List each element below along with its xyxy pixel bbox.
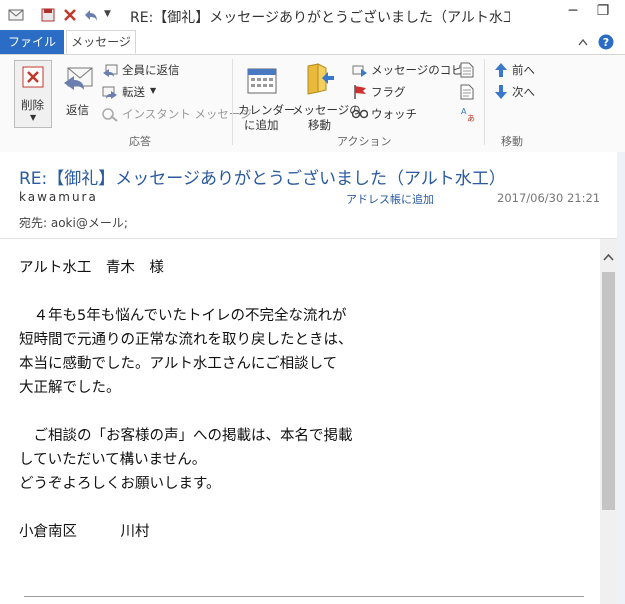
scroll-up-icon[interactable]: [600, 249, 617, 266]
message-body[interactable]: アルト水工 青木 様 ４年も5年も悩んでいたトイレの不完全な流れが 短時間で元通…: [0, 239, 600, 604]
save-icon[interactable]: [40, 7, 56, 23]
vertical-scrollbar[interactable]: [600, 239, 617, 604]
folder-move-icon: [307, 63, 334, 95]
reply-all-label: 全員に返信: [122, 63, 180, 77]
forward-icon: [102, 86, 117, 99]
move-message-button[interactable]: メッセージの 移動: [292, 60, 361, 132]
document-text-icon[interactable]: [460, 84, 474, 100]
next-button[interactable]: 次へ: [494, 83, 544, 101]
restore-button[interactable]: ❐: [590, 0, 616, 22]
reply-all-icon: [103, 64, 118, 77]
flag-label: フラグ: [371, 85, 406, 99]
ribbon: 削除 ▼ 返信 全員に返信 転送 ▼ インスタント メッセージ 応答 カレンダー…: [0, 55, 625, 153]
instant-message-button[interactable]: インスタント メッセージ: [102, 105, 252, 123]
next-label: 次へ: [512, 85, 535, 99]
message-header: RE:【御礼】メッセージありがとうございました（アルト水工） kawamura …: [0, 152, 625, 239]
window-frame: [617, 152, 625, 604]
add-to-calendar-button[interactable]: カレンダー に追加: [238, 60, 296, 132]
flag-button[interactable]: フラグ: [352, 83, 456, 101]
calendar-label-1: カレンダー: [238, 103, 296, 117]
collapse-ribbon-icon[interactable]: [578, 38, 588, 46]
copy-message-button[interactable]: メッセージのコピー: [352, 61, 474, 79]
forward-button[interactable]: 転送 ▼: [102, 83, 222, 101]
svg-text:?: ?: [603, 36, 609, 49]
delete-label: 削除: [21, 98, 44, 112]
watch-label: ウォッチ: [371, 107, 417, 121]
sender-name[interactable]: kawamura: [19, 190, 98, 204]
arrow-up-icon: [495, 63, 507, 77]
to-recipients: 宛先: aoki@メール;: [19, 216, 128, 230]
delete-icon[interactable]: [62, 7, 78, 23]
group-label-reply: 応答: [129, 135, 151, 148]
minimize-button[interactable]: ─: [560, 0, 586, 22]
delete-x-icon: [22, 66, 44, 88]
scroll-thumb[interactable]: [602, 272, 615, 510]
document-icon[interactable]: [460, 62, 474, 78]
message-body-text: アルト水工 青木 様 ４年も5年も悩んでいたトイレの不完全な流れが 短時間で元通…: [19, 260, 353, 540]
calendar-label-2: に追加: [244, 118, 279, 132]
glasses-icon: [352, 109, 368, 119]
move-label-1: メッセージの: [292, 103, 361, 117]
reply-envelope-icon: [64, 67, 93, 90]
help-icon[interactable]: ?: [598, 34, 614, 50]
title-bar: ▼ RE:【御礼】メッセージありがとうございました（アルト水工）-... ─ ❐: [0, 0, 625, 30]
group-divider: [232, 59, 233, 145]
tab-message[interactable]: メッセージ: [66, 30, 136, 54]
window-title: RE:【御礼】メッセージありがとうございました（アルト水工）-...: [130, 10, 510, 26]
delete-button[interactable]: 削除 ▼: [14, 60, 52, 128]
reply-all-button[interactable]: 全員に返信: [102, 61, 222, 79]
group-label-move: 移動: [501, 135, 523, 148]
add-to-address-book-link[interactable]: アドレス帳に追加: [346, 191, 434, 207]
translate-icon[interactable]: Aあ: [460, 106, 476, 122]
ribbon-tab-bar: ファイル メッセージ ?: [0, 30, 625, 55]
reply-button[interactable]: 返信: [58, 60, 98, 126]
group-label-action: アクション: [337, 135, 392, 148]
flag-icon: [354, 85, 366, 99]
move-label-2: 移動: [308, 118, 331, 132]
quote-divider: [24, 596, 584, 597]
svg-text:あ: あ: [467, 114, 475, 122]
reply-label: 返信: [66, 103, 89, 117]
calendar-icon: [247, 68, 277, 94]
instant-message-icon: [102, 108, 118, 122]
chevron-down-icon[interactable]: ▼: [104, 9, 120, 25]
watch-button[interactable]: ウォッチ: [352, 105, 456, 123]
arrow-down-icon: [495, 85, 507, 99]
chevron-down-icon: ▼: [30, 113, 37, 122]
previous-label: 前へ: [512, 63, 535, 77]
previous-button[interactable]: 前へ: [494, 61, 544, 79]
copy-message-icon: [352, 65, 367, 77]
forward-label: 転送: [122, 85, 145, 99]
mail-app-icon: [8, 9, 24, 21]
group-divider: [484, 59, 485, 145]
reply-icon[interactable]: [83, 7, 99, 23]
message-datetime: 2017/06/30 21:21: [497, 191, 601, 205]
copy-message-label: メッセージのコピー: [371, 63, 475, 77]
chevron-down-icon: ▼: [150, 86, 157, 95]
message-subject: RE:【御礼】メッセージありがとうございました（アルト水工）: [19, 169, 506, 189]
tab-file[interactable]: ファイル: [0, 30, 64, 54]
